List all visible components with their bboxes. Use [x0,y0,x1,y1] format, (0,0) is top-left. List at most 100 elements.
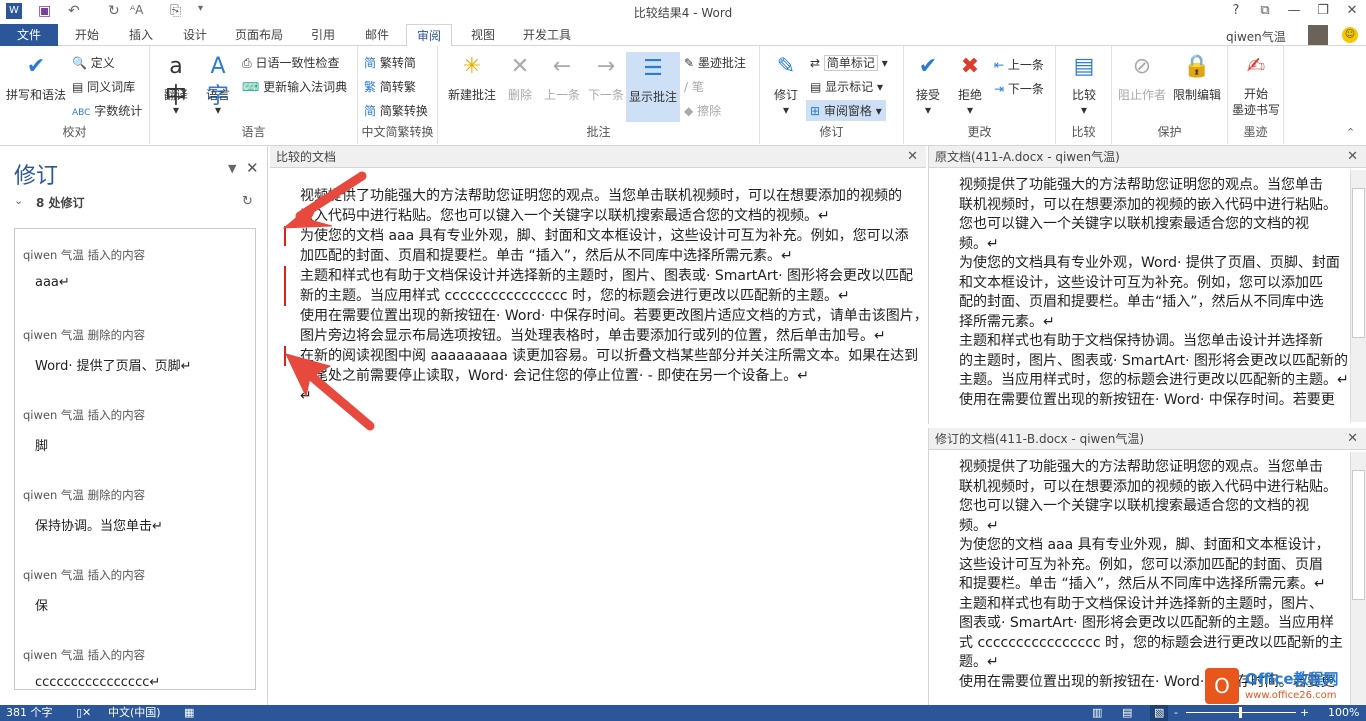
watermark-name: Office教程网 [1245,670,1339,688]
tab-home[interactable]: 开始 [64,24,110,47]
zoom-in-icon[interactable]: + [1300,705,1309,721]
start-inking-button[interactable]: ✍ 开始 墨迹书写 [1230,52,1282,118]
revision-header: qiwen 气温 删除的内容 [23,488,146,502]
group-changes: ✔ 接受 ▾ ✖ 拒绝 ▾ ⇤ 上一条 ⇥ 下一条 更改 [904,46,1056,144]
web-layout-icon[interactable]: ▧ [1150,705,1169,721]
show-markup-dropdown[interactable]: ▤ 显示标记 ▾ [810,78,883,95]
original-line: 的主题时，图片、图表或· SmartArt· 图形将会更改以匹配新的 [959,352,1348,369]
word-count[interactable]: 381 个字 [6,705,53,721]
zoom-out-icon[interactable]: - [1174,705,1178,721]
next-change-button[interactable]: ⇥ 下一条 [994,80,1044,97]
zoom-slider[interactable] [1186,707,1296,718]
accept-button[interactable]: ✔ 接受 ▾ [908,52,948,117]
original-line: 和文本框设计，这些设计可互为补充。例如，您可以添加匹 [959,274,1323,291]
pane-title: 修订的文档(411-B.docx - qiwen气温) [935,432,1145,446]
zoom-level[interactable]: 100% [1328,705,1359,721]
tab-references[interactable]: 引用 [300,24,346,47]
group-label: 保护 [1157,125,1182,139]
pane-close-icon[interactable]: ✕ [246,159,259,177]
group-chinese-conversion: 简 繁转简 繁 简转繁 简 简繁转换 中文简繁转换 [358,46,438,144]
close-icon[interactable]: ✕ [1347,428,1358,450]
group-protect: ⊘ 阻止作者 🔒 限制编辑 保护 [1112,46,1228,144]
track-changes-button[interactable]: ✎ 修订 ▾ [766,52,806,117]
group-label: 更改 [967,125,992,139]
chinese-convert-button[interactable]: 简 简繁转换 [364,102,428,119]
block-authors-button[interactable]: ⊘ 阻止作者 [1116,52,1168,103]
thesaurus-button[interactable]: ▤ 同义词库 [72,78,135,95]
revisions-list[interactable]: qiwen 气温 插入的内容 aaa↵ qiwen 气温 删除的内容 Word· 提供… [14,228,256,690]
proofing-icon[interactable]: ▯✕ [76,705,91,721]
reject-button[interactable]: ✖ 拒绝 ▾ [950,52,990,117]
maximize-button[interactable]: ❐ [1311,3,1335,18]
next-comment-button[interactable]: → 下一条 [584,52,628,103]
pane-options-icon[interactable]: ▼ [228,162,236,175]
markup-dropdown[interactable]: ⇄ 简单标记 ▾ [810,54,888,71]
tab-insert[interactable]: 插入 [118,24,164,47]
restrict-editing-button[interactable]: 🔒 限制编辑 [1170,52,1224,103]
group-label: 中文简繁转换 [361,125,434,139]
ink-comment-button[interactable]: ✎ 墨迹批注 [684,54,746,71]
tab-review[interactable]: 审阅 [406,24,452,47]
user-name[interactable]: qiwen气温 [1226,28,1286,45]
new-comment-button[interactable]: ✳ 新建批注 [444,52,500,103]
vertical-scrollbar[interactable] [1350,170,1366,422]
group-language: a中 翻译 ▾ A字 语言 ▾ ⎙ 日语一致性检查 ⌨ 更新输入法词典 语言 [150,46,358,144]
avatar[interactable] [1308,25,1328,45]
language-button[interactable]: A字 语言 ▾ [198,52,238,117]
macro-icon[interactable]: ▦ [184,705,194,721]
revision-item[interactable]: qiwen 气温 插入的内容保 [15,549,255,629]
prev-change-icon: ⇤ [994,58,1005,72]
trad-to-simp-button[interactable]: 简 繁转简 [364,54,416,71]
revised-line: 式 cccccccccccccccc 时，您的标题会进行更改以匹配新的主 [959,634,1344,651]
close-icon[interactable]: ✕ [1347,146,1358,168]
group-label: 校对 [62,125,87,139]
tab-mailings[interactable]: 邮件 [354,24,400,47]
pen-icon: / [684,80,689,94]
update-ime-button[interactable]: ⌨ 更新输入法词典 [242,78,347,95]
smiley-feedback-icon[interactable]: ☺ [1342,27,1358,43]
new-comment-icon: ✳ [462,54,482,79]
pane-header: 修订的文档(411-B.docx - qiwen气温) ✕ [929,428,1366,450]
group-label: 语言 [241,125,266,139]
collapse-ribbon-icon[interactable]: ⌃ [1346,126,1355,139]
refresh-icon[interactable]: ↻ [242,194,253,209]
document-icon: ▤ [810,80,822,94]
collapse-chevron-icon[interactable]: ⌄ [14,194,23,207]
compare-button[interactable]: ▤ 比较 ▾ [1064,52,1104,117]
pen-button[interactable]: / 笔 [684,78,704,95]
revision-item[interactable]: qiwen 气温 删除的内容 保持协调。当您单击↵ [15,469,255,549]
close-button[interactable]: ✕ [1340,3,1364,18]
revision-item[interactable]: qiwen 气温 插入的内容 aaa↵ [15,229,255,309]
revised-document-pane: 修订的文档(411-B.docx - qiwen气温) ✕ 视频提供了功能强大的方… [928,428,1366,705]
prev-comment-button[interactable]: ← 上一条 [540,52,584,103]
eraser-button[interactable]: ◆ 擦除 [684,102,721,119]
define-button[interactable]: 🔍 定义 [72,54,115,71]
delete-comment-icon: ✕ [510,54,530,79]
print-layout-icon[interactable]: ▤ [1122,705,1132,721]
show-comments-button[interactable]: ☰ 显示批注 [626,52,680,122]
spelling-grammar-button[interactable]: ✔ 拼写和语法 [4,52,68,103]
revision-item[interactable]: qiwen 气温 插入的内容 cccccccccccccccc↵ [15,629,255,689]
revision-item[interactable]: qiwen 气温 删除的内容 Word· 提供了页眉、页脚↵ [15,309,255,389]
language-status[interactable]: 中文(中国) [108,705,161,721]
tab-layout[interactable]: 页面布局 [226,24,292,47]
tab-view[interactable]: 视图 [460,24,506,47]
tab-developer[interactable]: 开发工具 [514,24,580,47]
help-button[interactable]: ? [1224,3,1248,18]
read-mode-icon[interactable]: ▥ [1092,705,1102,721]
translate-button[interactable]: a中 翻译 ▾ [156,52,196,117]
original-line: 频。↵ [959,235,999,252]
delete-comment-button[interactable]: ✕ 删除 [500,52,540,103]
word-count-button[interactable]: ABC 字数统计 [72,102,142,119]
tab-design[interactable]: 设计 [172,24,218,47]
prev-change-button[interactable]: ⇤ 上一条 [994,56,1044,73]
japanese-consistency-button[interactable]: ⎙ 日语一致性检查 [242,54,339,71]
thesaurus-icon: ▤ [72,80,84,94]
language-icon: A字 [206,54,229,109]
reviewing-pane-button[interactable]: ⊞ 审阅窗格 ▾ [806,100,886,121]
minimize-button[interactable]: — [1282,3,1306,18]
simp-to-trad-button[interactable]: 繁 简转繁 [364,78,416,95]
revision-item[interactable]: qiwen 气温 插入的内容脚 [15,389,255,469]
tab-file[interactable]: 文件 [0,24,58,47]
ribbon-display-button[interactable]: ⧉ [1253,3,1277,18]
